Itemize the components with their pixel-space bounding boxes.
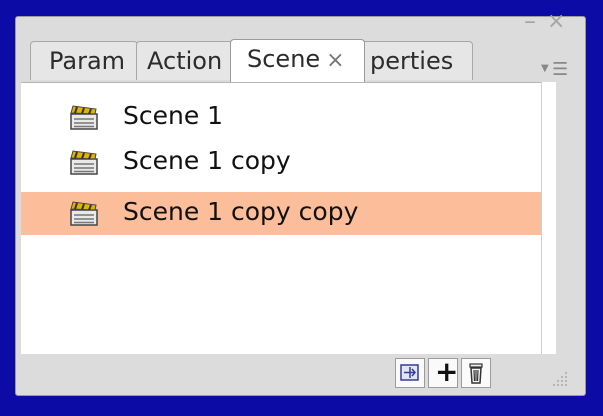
list-item[interactable]: Scene 1 copy copy [21, 192, 541, 235]
menu-lines-icon: ☰ [552, 59, 569, 80]
plus-icon: + [435, 355, 459, 388]
close-panel-button[interactable]: × [547, 10, 565, 34]
tab-close-icon[interactable]: × [326, 48, 344, 73]
tab-label: Action [147, 47, 223, 75]
scene-list: Scene 1 Scene 1 copy Scene 1 copy copy [21, 82, 541, 355]
list-item[interactable]: Scene 1 [21, 96, 541, 139]
panel-footer: + [21, 354, 575, 392]
minimize-button[interactable]: – [524, 9, 536, 33]
tab-parameters[interactable]: Param [30, 41, 138, 80]
tab-properties[interactable]: perties [360, 41, 473, 80]
delete-scene-button[interactable] [461, 358, 491, 388]
chevron-down-icon: ▼ [541, 63, 549, 74]
tab-scene[interactable]: Scene × [230, 39, 365, 82]
duplicate-scene-button[interactable] [395, 358, 425, 388]
resize-grip-icon[interactable] [551, 370, 569, 388]
trash-icon [469, 363, 483, 384]
tab-label: Scene [247, 45, 321, 73]
duplicate-icon [400, 364, 419, 381]
scene-label: Scene 1 copy copy [123, 197, 359, 226]
scene-label: Scene 1 [123, 101, 224, 130]
add-scene-button[interactable]: + [428, 355, 459, 388]
scene-label: Scene 1 copy [123, 146, 291, 175]
clapperboard-icon [70, 150, 98, 175]
tab-label: Param [49, 47, 126, 75]
panel-menu-button[interactable]: ▼ ☰ [541, 59, 575, 81]
tab-label: perties [370, 47, 454, 75]
list-item[interactable]: Scene 1 copy [21, 141, 541, 184]
clapperboard-icon [70, 105, 98, 130]
scrollbar[interactable] [541, 82, 556, 354]
clapperboard-icon [70, 201, 98, 226]
